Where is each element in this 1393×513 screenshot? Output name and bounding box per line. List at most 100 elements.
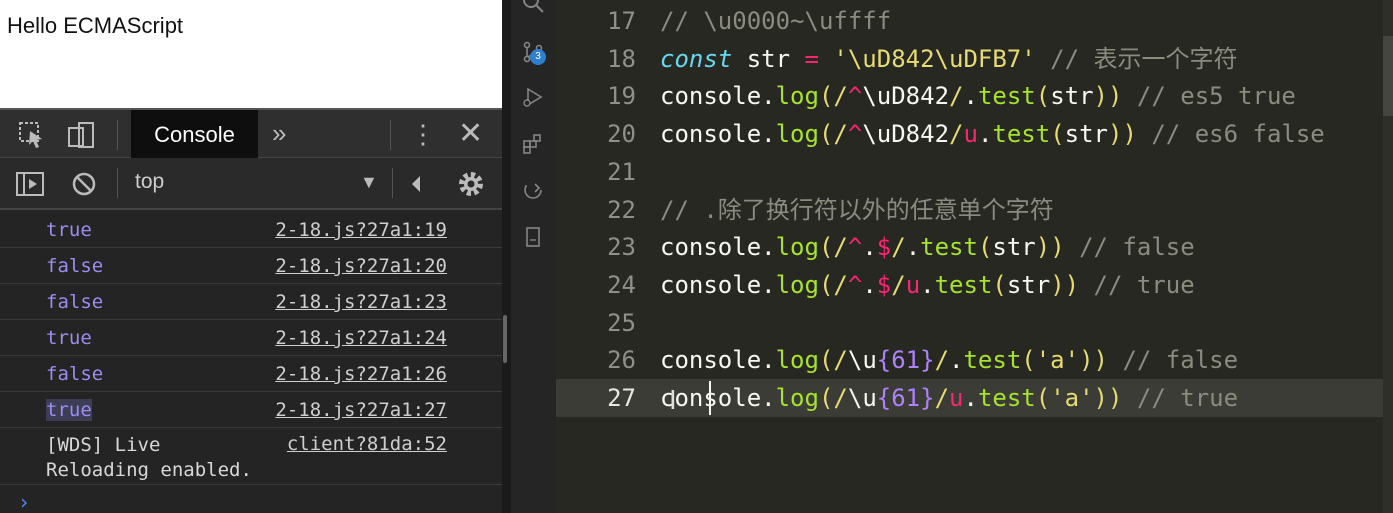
context-select[interactable]: top — [135, 170, 164, 194]
code-line[interactable]: 19 console.log(/^\uD842/.test(str)) // es… — [556, 77, 1393, 115]
code-token: ^ — [847, 270, 863, 299]
code-token: console — [660, 233, 762, 262]
code-token: )) — [1035, 233, 1065, 262]
tab-console[interactable]: Console — [131, 110, 258, 159]
code-token: )) — [1079, 346, 1108, 375]
log-source-link[interactable]: 2-18.js?27a1:24 — [275, 327, 447, 349]
log-row: false 2-18.js?27a1:23 — [0, 284, 502, 320]
log-source-link[interactable]: 2-18.js?27a1:26 — [275, 363, 447, 385]
code-token: / — [949, 82, 964, 111]
debug-icon[interactable] — [521, 85, 545, 109]
code-token: 'a' — [1035, 346, 1080, 375]
code-line[interactable]: 23 console.log(/^.$/.test(str)) // false — [556, 228, 1393, 266]
code-token: str — [1050, 82, 1094, 111]
code-token: // es5 true — [1122, 82, 1296, 111]
panel-splitter[interactable] — [502, 0, 511, 513]
log-row: false 2-18.js?27a1:26 — [0, 356, 502, 392]
devtools-menu-icon[interactable]: ⋮ — [410, 119, 436, 150]
code-token: // false — [1108, 346, 1239, 375]
code-text: console.log(/^.$/u.test(str)) // true — [660, 266, 1195, 304]
toolbar-separator — [392, 168, 393, 198]
code-line[interactable]: 17 // \u0000~\uffff — [556, 2, 1393, 40]
log-source-link[interactable]: 2-18.js?27a1:20 — [275, 255, 447, 277]
code-token: / — [833, 233, 848, 262]
code-token: test — [992, 120, 1051, 149]
code-token: log — [775, 346, 819, 375]
search-icon[interactable] — [521, 0, 545, 14]
code-line[interactable]: 26 console.log(/\u{61}/.test('a')) // fal… — [556, 341, 1393, 379]
code-token: \u — [847, 384, 877, 412]
code-token: / — [949, 120, 964, 149]
sidebar-collapse-icon[interactable] — [408, 173, 424, 195]
code-token: ( — [977, 233, 993, 262]
code-token: )) — [1093, 384, 1123, 412]
console-output: true 2-18.js?27a1:19 false 2-18.js?27a1:… — [0, 212, 502, 513]
code-token: u — [905, 270, 921, 299]
code-token: console — [660, 346, 762, 375]
scrollbar-thumb[interactable] — [1383, 36, 1393, 116]
remote-icon[interactable] — [521, 178, 545, 202]
log-source-link[interactable]: 2-18.js?27a1:19 — [275, 219, 447, 241]
code-token: ^ — [847, 82, 863, 111]
code-token: \uD842 — [862, 120, 950, 149]
code-line[interactable]: 18 const str = '\uD842\uDFB7' // 表示一个字符 — [556, 40, 1393, 78]
console-toolbar: top ▼ — [0, 158, 502, 210]
code-line[interactable]: 21 — [556, 153, 1393, 191]
code-token: {61} — [876, 346, 935, 375]
code-token: ( — [818, 233, 834, 262]
inspect-element-icon[interactable] — [17, 120, 47, 150]
code-token: / — [833, 270, 848, 299]
code-text: console.log(/\u{61}/u.test('a')) // true — [660, 379, 1238, 417]
code-line[interactable]: 20 console.log(/^\uD842/u.test(str)) // e… — [556, 115, 1393, 153]
device-toolbar-icon[interactable] — [66, 120, 96, 150]
code-token: console — [660, 120, 762, 149]
code-token: log — [775, 270, 819, 299]
file-icon[interactable] — [521, 225, 545, 249]
log-row: true 2-18.js?27a1:27 — [0, 392, 502, 428]
code-token: )) — [1108, 120, 1137, 149]
source-control-badge: 3 — [530, 49, 546, 65]
gear-icon[interactable] — [456, 169, 486, 199]
splitter-handle[interactable] — [503, 315, 507, 363]
code-token: {61} — [876, 384, 935, 412]
log-source-link[interactable]: 2-18.js?27a1:27 — [275, 399, 447, 421]
code-token: // \u0000~\uffff — [660, 7, 892, 35]
code-token: / — [833, 384, 848, 412]
more-tabs-icon[interactable]: » — [272, 118, 286, 149]
code-token: / — [833, 82, 848, 111]
line-number: 22 — [607, 195, 636, 224]
sidebar-toggle-icon[interactable] — [15, 170, 45, 198]
line-number: 25 — [607, 308, 636, 337]
code-text: console.log(/^\uD842/u.test(str)) // es6… — [660, 115, 1325, 153]
chevron-down-icon[interactable]: ▼ — [360, 172, 378, 193]
close-devtools-icon[interactable]: ✕ — [458, 116, 483, 151]
code-line[interactable]: 24 console.log(/^.$/u.test(str)) // true — [556, 266, 1393, 304]
extensions-icon[interactable] — [521, 132, 545, 156]
code-token: // true — [1079, 270, 1195, 299]
log-message: [WDS] Live Reloading enabled. — [46, 434, 252, 481]
log-source-link[interactable]: client?81da:52 — [287, 433, 447, 455]
code-token: str — [1064, 120, 1108, 149]
code-token: ( — [818, 120, 834, 149]
code-line[interactable]: 25 — [556, 304, 1393, 342]
log-source-link[interactable]: 2-18.js?27a1:23 — [275, 291, 447, 313]
code-token: ( — [818, 82, 834, 111]
code-token: // .除了换行符以外的任意单个字符 — [660, 195, 1054, 224]
line-number: 24 — [607, 270, 636, 299]
code-token: . — [761, 233, 776, 262]
clear-console-icon[interactable] — [70, 170, 98, 198]
console-prompt-icon[interactable]: › — [18, 490, 30, 513]
log-row: true 2-18.js?27a1:19 — [0, 212, 502, 248]
code-token: str — [992, 233, 1036, 262]
code-line[interactable]: 27console.log(/\u{61}/u.test('a')) // tr… — [556, 379, 1393, 417]
code-token: \u — [847, 346, 877, 375]
code-token: / — [891, 270, 906, 299]
code-token: u — [963, 120, 978, 149]
code-token: ( — [1035, 82, 1051, 111]
code-text: console.log(/^\uD842/.test(str)) // es5 … — [660, 77, 1296, 115]
code-token: log — [775, 120, 819, 149]
line-number: 18 — [607, 44, 636, 73]
code-line[interactable]: 22 // .除了换行符以外的任意单个字符 — [556, 191, 1393, 229]
code-token: ( — [818, 384, 834, 412]
code-editor[interactable]: 17 // \u0000~\uffff 18 const str = '\uD842\… — [556, 0, 1393, 513]
